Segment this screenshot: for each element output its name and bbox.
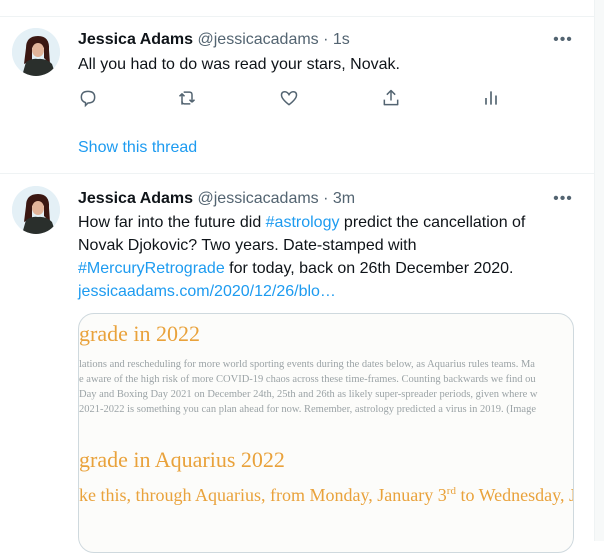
page-scroll-edge — [594, 0, 604, 541]
avatar-image — [12, 186, 60, 234]
tweet-time[interactable]: 1s — [333, 31, 350, 48]
retweet-icon[interactable] — [177, 88, 199, 110]
tweet-actions — [78, 88, 538, 110]
tweet-time[interactable]: 3m — [333, 190, 355, 207]
text-span: predict the cancellation of — [339, 214, 526, 231]
separator-dot: · — [323, 31, 329, 48]
heart-icon[interactable] — [279, 88, 301, 110]
timeline: Jessica Adams @jessicacadams · 1s ••• Al… — [0, 0, 594, 553]
tweet-divider — [0, 173, 594, 174]
more-icon[interactable]: ••• — [552, 30, 574, 50]
card-date-line: ke this, through Aquarius, from Monday, … — [79, 485, 573, 506]
tweet-text-line: #MercuryRetrograde for today, back on 26… — [78, 257, 525, 280]
card-heading: grade in 2022 — [79, 321, 200, 346]
text-span: How far into the future did — [78, 214, 266, 231]
card-paragraph-line: Day and Boxing Day 2021 on December 24th… — [79, 389, 538, 400]
avatar[interactable] — [12, 28, 60, 76]
tweet-header: Jessica Adams @jessicacadams · 1s — [78, 30, 350, 50]
card-paragraph-line: lations and rescheduling for more world … — [79, 359, 535, 370]
avatar[interactable] — [12, 186, 60, 234]
analytics-bars-icon[interactable] — [481, 88, 503, 110]
share-icon[interactable] — [381, 88, 403, 110]
link-preview-card[interactable]: grade in 2022 lations and rescheduling f… — [78, 313, 574, 553]
hashtag-mercury-retrograde[interactable]: #MercuryRetrograde — [78, 260, 225, 277]
tweet-text-line: How far into the future did #astrology p… — [78, 211, 525, 234]
ordinal-suffix: rd — [446, 485, 456, 497]
reply-bubble-icon[interactable] — [78, 88, 100, 110]
tweet-text-line: Novak Djokovic? Two years. Date-stamped … — [78, 237, 417, 254]
card-paragraph: lations and rescheduling for more world … — [79, 357, 573, 417]
separator-dot: · — [323, 190, 329, 207]
hashtag-astrology[interactable]: #astrology — [266, 214, 340, 231]
author-name[interactable]: Jessica Adams — [78, 190, 193, 207]
author-name[interactable]: Jessica Adams — [78, 31, 193, 48]
card-paragraph-line: 2021-2022 is something you can plan ahea… — [79, 404, 536, 415]
author-handle[interactable]: @jessicacadams — [198, 190, 319, 207]
text-span: ke this, through Aquarius, from Monday, … — [79, 485, 447, 505]
show-thread-link[interactable]: Show this thread — [78, 137, 197, 159]
avatar-image — [12, 28, 60, 76]
card-subheading: grade in Aquarius 2022 — [79, 447, 285, 472]
author-handle[interactable]: @jessicacadams — [198, 31, 319, 48]
tweet-text: How far into the future did #astrology p… — [78, 211, 525, 303]
card-paragraph-line: e aware of the high risk of more COVID-1… — [79, 374, 536, 385]
article-link[interactable]: jessicaadams.com/2020/12/26/blo… — [78, 280, 525, 303]
tweet-header: Jessica Adams @jessicacadams · 3m — [78, 189, 355, 209]
text-span: to Wednesday, Januar — [460, 485, 573, 505]
top-divider — [0, 16, 594, 17]
more-icon[interactable]: ••• — [552, 189, 574, 209]
tweet-text: All you had to do was read your stars, N… — [78, 56, 400, 73]
text-span: for today, back on 26th December 2020. — [224, 260, 514, 277]
